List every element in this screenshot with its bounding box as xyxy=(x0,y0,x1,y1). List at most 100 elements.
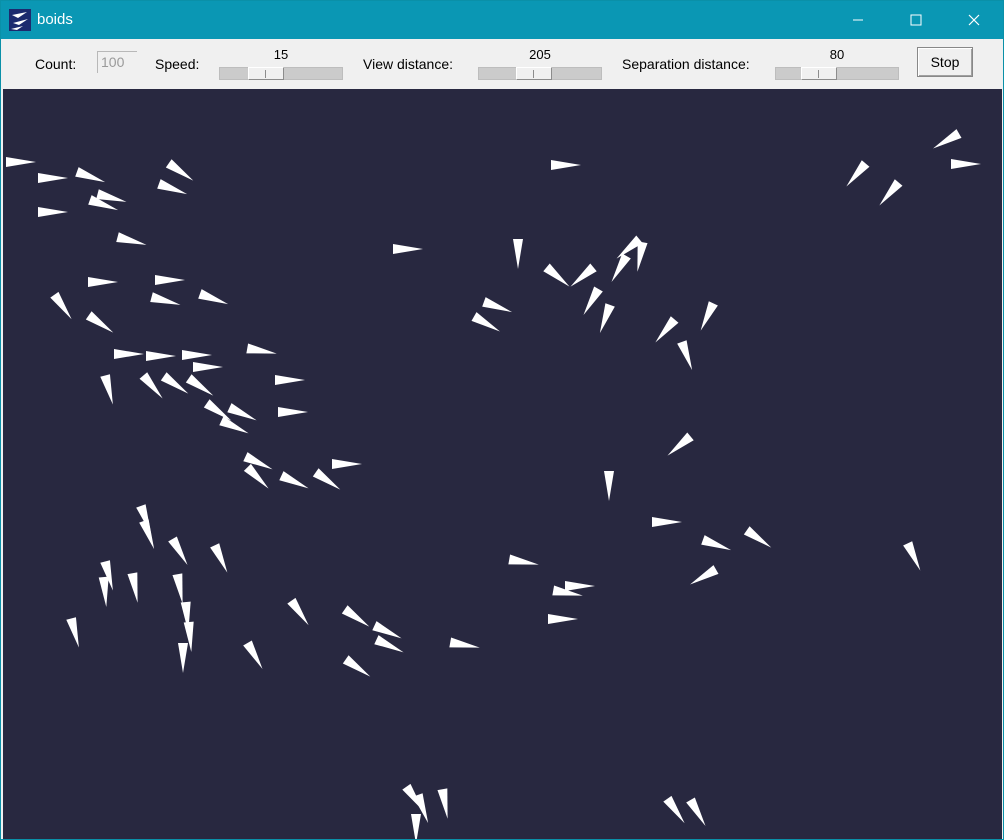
minimize-icon xyxy=(853,19,863,21)
boid xyxy=(471,312,500,332)
boid xyxy=(172,573,183,604)
maximize-icon xyxy=(910,14,922,26)
boid xyxy=(38,207,68,217)
boid xyxy=(155,275,185,285)
boid xyxy=(75,167,106,183)
boid xyxy=(652,517,682,527)
boid xyxy=(182,350,212,360)
maximize-button[interactable] xyxy=(887,1,945,39)
boid xyxy=(611,253,631,282)
boid xyxy=(38,173,68,183)
view-distance-value: 205 xyxy=(529,47,551,62)
boid xyxy=(193,362,223,372)
boid xyxy=(374,635,404,653)
boid xyxy=(513,239,523,269)
control-toolbar: Count: 100 Speed: 15 View distance: 205 … xyxy=(1,39,1003,88)
boid xyxy=(275,375,305,385)
boid xyxy=(178,643,188,673)
boid xyxy=(604,471,614,501)
boid xyxy=(198,289,229,305)
separation-distance-value: 80 xyxy=(829,47,845,62)
boid xyxy=(146,351,176,361)
view-distance-slider[interactable]: 205 xyxy=(478,47,602,81)
view-distance-label: View distance: xyxy=(363,56,454,72)
boid xyxy=(667,432,694,456)
close-button[interactable] xyxy=(945,1,1003,39)
boid xyxy=(903,541,921,571)
boid xyxy=(482,297,513,313)
boid xyxy=(332,459,362,469)
boid xyxy=(449,637,480,648)
minimize-button[interactable] xyxy=(829,1,887,39)
boid xyxy=(690,565,719,585)
boid xyxy=(66,617,79,648)
boid xyxy=(243,463,269,489)
boid xyxy=(743,526,772,548)
boid xyxy=(114,349,144,359)
boid xyxy=(219,416,249,434)
speed-slider-thumb[interactable] xyxy=(248,67,284,80)
speed-slider[interactable]: 15 xyxy=(219,47,343,81)
boid xyxy=(185,374,214,396)
boid xyxy=(677,340,693,371)
boid xyxy=(157,179,188,195)
boid xyxy=(663,795,685,824)
boid xyxy=(599,303,615,334)
speed-value: 15 xyxy=(273,47,289,62)
boid xyxy=(686,797,706,826)
boid xyxy=(548,614,578,624)
boid xyxy=(846,160,870,187)
boid xyxy=(287,597,309,626)
boid xyxy=(160,372,189,394)
boid xyxy=(700,301,718,331)
boids-svg xyxy=(6,129,981,839)
simulation-canvas[interactable] xyxy=(3,89,1002,839)
boid xyxy=(655,316,679,343)
boid xyxy=(100,374,113,405)
separation-distance-slider-thumb[interactable] xyxy=(801,67,837,80)
boid xyxy=(246,343,277,354)
boid xyxy=(168,536,188,565)
boid xyxy=(951,159,981,169)
view-distance-slider-thumb[interactable] xyxy=(516,67,552,80)
boid xyxy=(508,554,539,565)
boid xyxy=(243,640,263,669)
title-bar[interactable]: boids xyxy=(1,1,1003,39)
boid xyxy=(393,244,423,254)
count-input[interactable]: 100 xyxy=(97,51,137,73)
window-title: boids xyxy=(37,11,73,28)
boid xyxy=(127,572,138,603)
boid xyxy=(570,263,597,287)
boid xyxy=(165,159,194,181)
boid xyxy=(583,286,603,315)
boid xyxy=(278,407,308,417)
boid xyxy=(565,581,595,591)
boid xyxy=(210,543,228,573)
boid xyxy=(411,814,421,839)
boid xyxy=(551,160,581,170)
boid xyxy=(543,263,570,287)
separation-distance-slider[interactable]: 80 xyxy=(775,47,899,81)
boid xyxy=(139,372,163,399)
close-icon xyxy=(968,14,980,26)
boid xyxy=(116,232,147,245)
boid xyxy=(150,292,181,305)
boid xyxy=(88,277,118,287)
boid xyxy=(139,519,155,550)
boid xyxy=(437,788,448,819)
separation-distance-label: Separation distance: xyxy=(622,56,750,72)
boid xyxy=(50,291,72,320)
stop-button[interactable]: Stop xyxy=(917,47,973,77)
boid xyxy=(701,535,732,551)
boid xyxy=(312,468,341,490)
boid xyxy=(341,605,370,627)
boid xyxy=(279,471,309,489)
boid xyxy=(879,179,903,206)
boid xyxy=(6,157,36,167)
boid xyxy=(342,655,371,677)
separation-distance-slider-track[interactable] xyxy=(775,67,899,80)
app-window: boids Count: 100 Speed: 15 View distance… xyxy=(0,0,1004,840)
count-label: Count: xyxy=(35,56,77,72)
boid xyxy=(85,311,114,333)
speed-label: Speed: xyxy=(155,56,200,72)
